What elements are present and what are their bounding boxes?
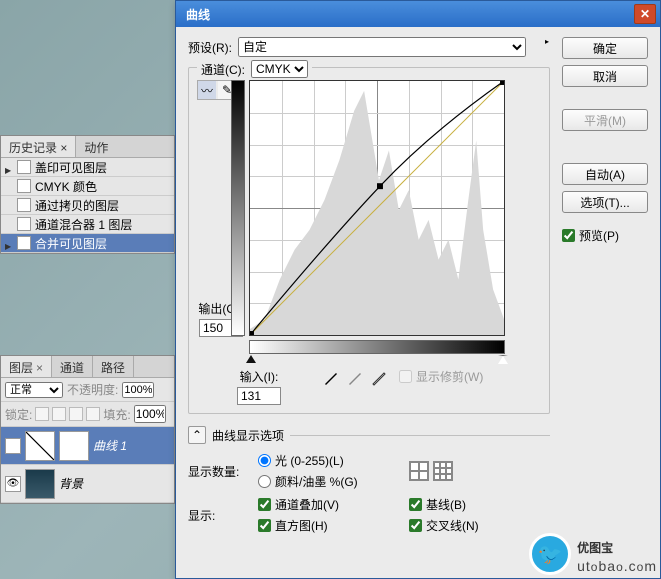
gray-eyedropper-icon[interactable] bbox=[345, 368, 365, 388]
black-eyedropper-icon[interactable] bbox=[321, 368, 341, 388]
chk-baseline[interactable]: 基线(B) bbox=[409, 496, 550, 513]
layer-name: 曲线 1 bbox=[93, 437, 127, 454]
layer-thumb-icon bbox=[25, 469, 55, 499]
blend-mode-select[interactable]: 正常 bbox=[5, 382, 63, 398]
fill-label: 填充: bbox=[103, 406, 130, 423]
lock-position-icon[interactable] bbox=[69, 407, 83, 421]
channel-select[interactable]: CMYK bbox=[251, 60, 308, 78]
bird-icon bbox=[529, 533, 571, 575]
history-tabs: 历史记录 × 动作 bbox=[1, 136, 174, 158]
layer-item-curves[interactable]: 曲线 1 bbox=[1, 427, 174, 465]
preset-label: 预设(R): bbox=[188, 39, 232, 56]
visibility-icon[interactable] bbox=[5, 476, 21, 492]
channel-label: 通道(C): bbox=[201, 61, 245, 78]
auto-button[interactable]: 自动(A) bbox=[562, 163, 648, 185]
input-input[interactable] bbox=[237, 387, 281, 405]
history-item-selected[interactable]: 合并可见图层 bbox=[1, 234, 174, 253]
curve-display-options-label: 曲线显示选项 bbox=[212, 427, 284, 444]
curves-chart[interactable] bbox=[249, 80, 505, 336]
preset-select[interactable]: 自定 bbox=[238, 37, 526, 57]
lock-all-icon[interactable] bbox=[86, 407, 100, 421]
layers-panel: 图层× 通道 路径 正常 不透明度: 锁定: 填充: 曲线 1 背景 bbox=[0, 355, 175, 504]
layer-name: 背景 bbox=[59, 475, 83, 492]
layer-mask-icon bbox=[59, 431, 89, 461]
ok-button[interactable]: 确定 bbox=[562, 37, 648, 59]
input-gradient[interactable] bbox=[249, 340, 505, 354]
preset-menu-icon[interactable] bbox=[532, 40, 550, 54]
channel-fieldset: 通道(C): CMYK 〰 ✎ 输出(O): bbox=[188, 67, 550, 414]
layer-item-background[interactable]: 背景 bbox=[1, 465, 174, 503]
expand-options-button[interactable]: ⌃ bbox=[188, 426, 206, 444]
lock-label: 锁定: bbox=[5, 406, 32, 423]
close-button[interactable]: ✕ bbox=[634, 4, 656, 24]
layer-icon bbox=[17, 160, 31, 174]
tab-actions[interactable]: 动作 bbox=[76, 136, 116, 157]
watermark-cn: 优图宝 bbox=[577, 535, 613, 557]
options-button[interactable]: 选项(T)... bbox=[562, 191, 648, 213]
grid-9-icon[interactable] bbox=[433, 461, 453, 481]
history-item[interactable]: 通道混合器 1 图层 bbox=[1, 215, 174, 234]
show-label: 显示: bbox=[188, 507, 248, 524]
layer-thumb-icon bbox=[25, 431, 55, 461]
history-list: 盖印可见图层 CMYK 颜色 通过拷贝的图层 通道混合器 1 图层 合并可见图层 bbox=[1, 158, 174, 253]
white-eyedropper-icon[interactable] bbox=[369, 368, 389, 388]
fill-input[interactable] bbox=[134, 405, 166, 423]
chk-channel-overlay[interactable]: 通道叠加(V) bbox=[258, 496, 399, 513]
dialog-title: 曲线 bbox=[186, 6, 210, 23]
radio-light[interactable]: 光 (0-255)(L) bbox=[258, 452, 399, 469]
lock-image-icon[interactable] bbox=[52, 407, 66, 421]
curve-line bbox=[250, 81, 504, 335]
layer-icon bbox=[17, 198, 31, 212]
layers-tabs: 图层× 通道 路径 bbox=[1, 356, 174, 378]
grid-4-icon[interactable] bbox=[409, 461, 429, 481]
input-label: 输入(I): bbox=[240, 368, 279, 385]
cancel-button[interactable]: 取消 bbox=[562, 65, 648, 87]
chk-intersection[interactable]: 交叉线(N) bbox=[409, 517, 550, 534]
lock-transparent-icon[interactable] bbox=[35, 407, 49, 421]
layer-icon bbox=[17, 217, 31, 231]
preview-checkbox[interactable]: 预览(P) bbox=[562, 227, 648, 244]
dialog-titlebar[interactable]: 曲线 ✕ bbox=[176, 1, 660, 27]
tab-layers[interactable]: 图层× bbox=[1, 356, 52, 377]
tab-paths[interactable]: 路径 bbox=[93, 356, 134, 377]
layer-icon bbox=[17, 179, 31, 193]
history-item[interactable]: CMYK 颜色 bbox=[1, 177, 174, 196]
history-panel: 历史记录 × 动作 盖印可见图层 CMYK 颜色 通过拷贝的图层 通道混合器 1… bbox=[0, 135, 175, 254]
radio-ink[interactable]: 颜料/油墨 %(G) bbox=[258, 473, 399, 490]
watermark-en: utobao.com bbox=[577, 558, 657, 574]
show-clipping-checkbox[interactable]: 显示修剪(W) bbox=[399, 368, 483, 385]
history-item[interactable]: 通过拷贝的图层 bbox=[1, 196, 174, 215]
opacity-input[interactable] bbox=[122, 382, 154, 398]
history-item[interactable]: 盖印可见图层 bbox=[1, 158, 174, 177]
curves-dialog: 曲线 ✕ 预设(R): 自定 通道(C): CMYK 〰 ✎ bbox=[175, 0, 661, 579]
layer-icon bbox=[17, 236, 31, 250]
curve-point-tool[interactable]: 〰 bbox=[198, 81, 216, 99]
amount-label: 显示数量: bbox=[188, 463, 248, 480]
opacity-label: 不透明度: bbox=[67, 381, 118, 398]
tab-channels[interactable]: 通道 bbox=[52, 356, 93, 377]
black-point-slider[interactable] bbox=[246, 355, 256, 363]
white-point-slider[interactable] bbox=[498, 355, 508, 364]
visibility-icon[interactable] bbox=[5, 438, 21, 454]
smooth-button: 平滑(M) bbox=[562, 109, 648, 131]
chk-histogram[interactable]: 直方图(H) bbox=[258, 517, 399, 534]
output-gradient bbox=[231, 80, 245, 336]
watermark: 优图宝 utobao.com bbox=[529, 533, 657, 575]
eyedroppers bbox=[321, 368, 389, 388]
tab-history[interactable]: 历史记录 × bbox=[1, 136, 76, 157]
